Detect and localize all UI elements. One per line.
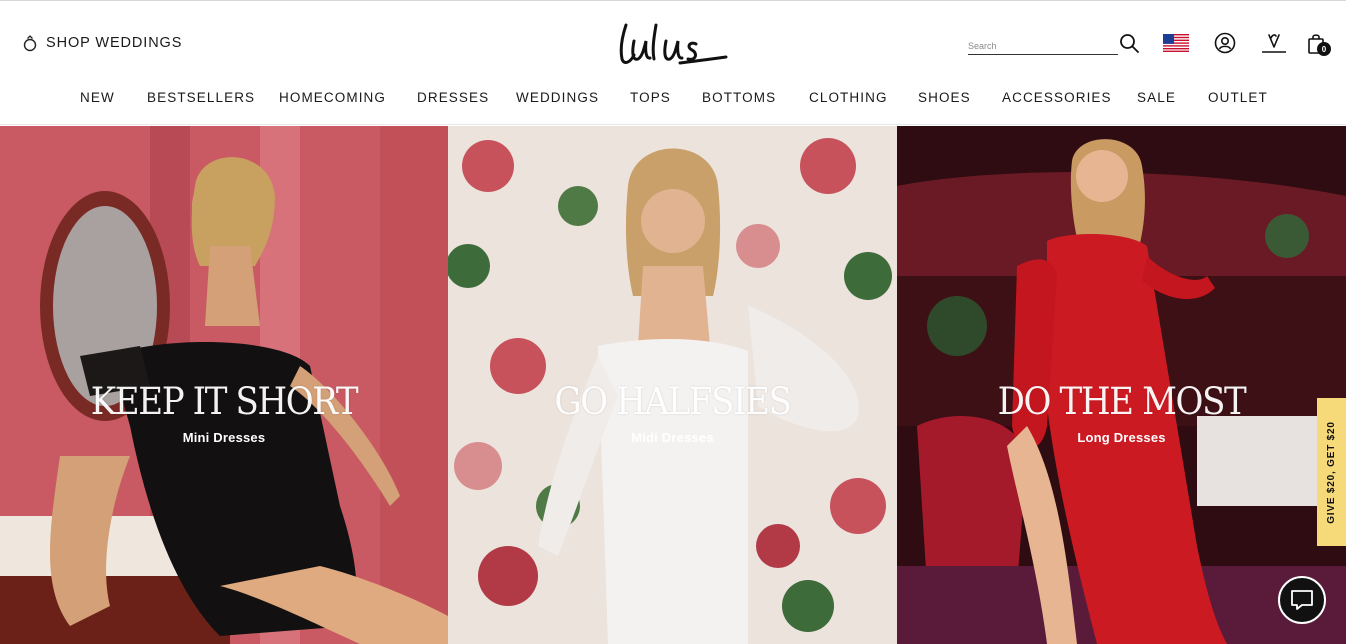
nav-item-tops[interactable]: TOPS <box>630 90 671 105</box>
nav-item-homecoming[interactable]: HOMECOMING <box>279 90 386 105</box>
search-box[interactable] <box>968 35 1118 55</box>
country-selector[interactable] <box>1162 32 1189 54</box>
panel-headline: GO HALFSIES <box>554 380 792 423</box>
search-icon <box>1120 34 1139 53</box>
ring-icon <box>23 35 37 52</box>
hero-banner: KEEP IT SHORT Mini Dresses GO HALFSIES M… <box>0 126 1346 644</box>
account-button[interactable] <box>1213 32 1237 54</box>
panel-headline: KEEP IT SHORT <box>90 380 359 423</box>
lulus-logo[interactable] <box>616 19 730 69</box>
main-nav: NEW BESTSELLERS HOMECOMING DRESSES WEDDI… <box>0 90 1346 110</box>
lulus-logo-mark <box>619 23 728 65</box>
promo-tab-label: GIVE $20, GET $20 <box>1326 420 1338 524</box>
wishlist-icon <box>1261 34 1286 53</box>
us-flag-icon <box>1162 34 1189 52</box>
nav-item-clothing[interactable]: CLOTHING <box>809 90 888 105</box>
search-input[interactable] <box>968 35 1118 53</box>
panel-subtitle[interactable]: Mini Dresses <box>0 430 448 445</box>
hero-panel-midi-dresses[interactable]: GO HALFSIES Midi Dresses <box>448 126 897 644</box>
nav-item-new[interactable]: NEW <box>80 90 115 105</box>
nav-item-sale[interactable]: SALE <box>1137 90 1176 105</box>
bag-count-badge: 0 <box>1317 42 1331 56</box>
nav-item-bestsellers[interactable]: BESTSELLERS <box>147 90 255 105</box>
hero-panel-long-dresses[interactable]: DO THE MOST Long Dresses <box>897 126 1346 644</box>
panel-subtitle[interactable]: Midi Dresses <box>448 430 897 445</box>
shop-weddings-link[interactable]: SHOP WEDDINGS <box>22 34 182 52</box>
nav-item-accessories[interactable]: ACCESSORIES <box>1002 90 1112 105</box>
chat-button[interactable] <box>1278 576 1326 624</box>
panel-subtitle[interactable]: Long Dresses <box>897 430 1346 445</box>
hero-panel-mini-dresses[interactable]: KEEP IT SHORT Mini Dresses <box>0 126 448 644</box>
nav-item-weddings[interactable]: WEDDINGS <box>516 90 599 105</box>
chat-icon <box>1291 590 1313 610</box>
shopping-bag-button[interactable]: 0 <box>1303 31 1331 57</box>
wishlist-button[interactable] <box>1260 32 1287 54</box>
give-get-promo-tab[interactable]: GIVE $20, GET $20 <box>1317 398 1346 546</box>
account-icon <box>1214 32 1236 54</box>
nav-item-bottoms[interactable]: BOTTOMS <box>702 90 776 105</box>
search-button[interactable] <box>1118 32 1140 54</box>
shop-weddings-label: SHOP WEDDINGS <box>46 35 183 51</box>
nav-item-dresses[interactable]: DRESSES <box>417 90 489 105</box>
nav-item-shoes[interactable]: SHOES <box>918 90 971 105</box>
panel-headline: DO THE MOST <box>997 380 1247 423</box>
site-header: SHOP WEDDINGS Search 0 NEW BESTSELLERS H… <box>0 1 1346 125</box>
nav-item-outlet[interactable]: OUTLET <box>1208 90 1268 105</box>
